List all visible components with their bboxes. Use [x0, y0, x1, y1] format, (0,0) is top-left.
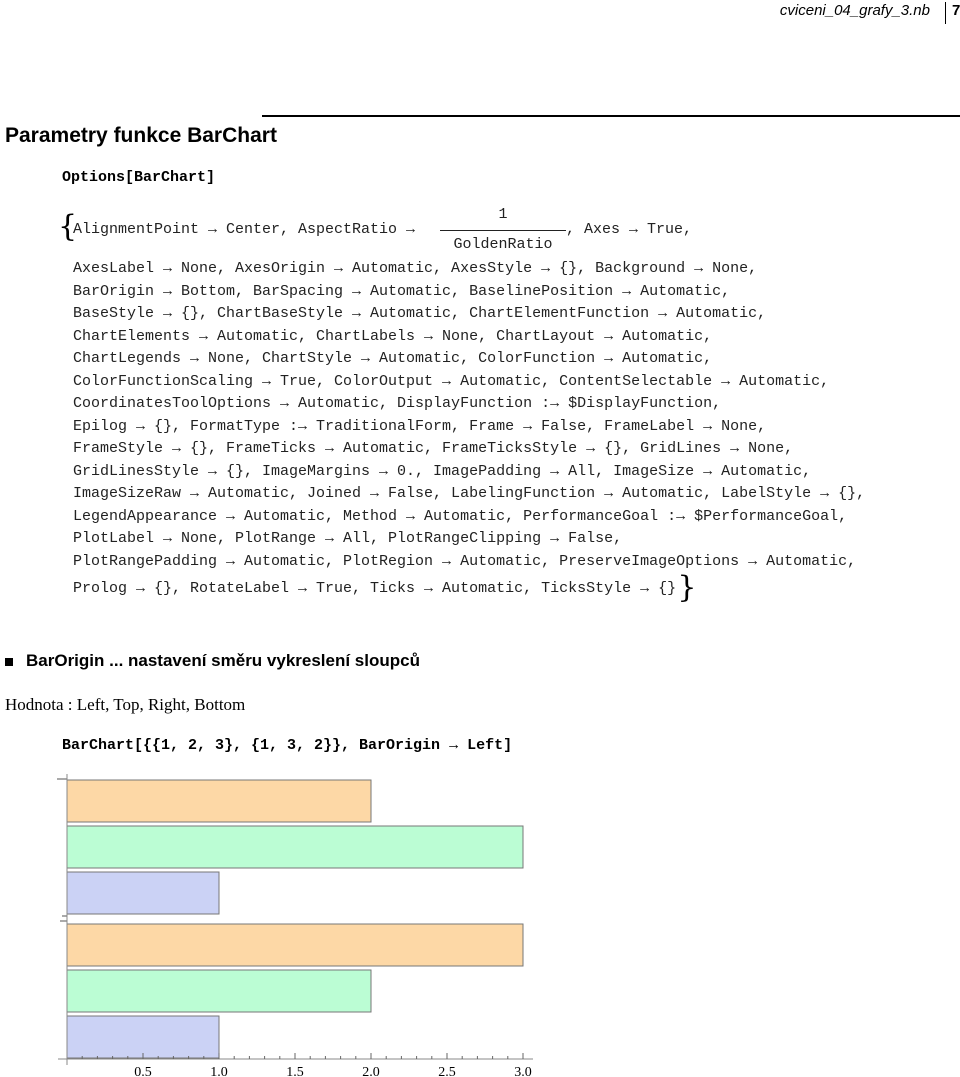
output-line-end: , Axes → True, — [566, 221, 693, 238]
output-line: ChartLegends → None, ChartStyle → Automa… — [73, 350, 713, 367]
fraction-bar — [440, 230, 566, 231]
output-line: AxesLabel → None, AxesOrigin → Automatic… — [73, 260, 758, 277]
bar-g1-3 — [66, 923, 524, 967]
section-divider — [262, 115, 960, 117]
x-tick-label: 3.0 — [514, 1065, 532, 1077]
x-tick-label: 1.0 — [210, 1065, 228, 1077]
bullet-icon — [5, 658, 13, 666]
subsection-title: BarOrigin ... nastavení směru vykreslení… — [26, 651, 420, 670]
output-line: BaseStyle → {}, ChartBaseStyle → Automat… — [73, 305, 767, 322]
output-line: FrameStyle → {}, FrameTicks → Automatic,… — [73, 440, 794, 457]
output-line: ColorFunctionScaling → True, ColorOutput… — [73, 372, 830, 390]
output-line: PlotLabel → None, PlotRange → All, PlotR… — [73, 530, 623, 547]
output-line: AlignmentPoint → Center, AspectRatio → — [73, 221, 416, 238]
output-line: PlotRangePadding → Automatic, PlotRegion… — [73, 552, 857, 570]
output-line: Epilog → {}, FormatType :→ TraditionalFo… — [73, 417, 767, 435]
output-line: ChartElements → Automatic, ChartLabels →… — [73, 327, 713, 345]
bar-g2-3 — [66, 779, 372, 823]
bar-g2-2 — [66, 825, 524, 869]
output-line: CoordinatesToolOptions → Automatic, Disp… — [73, 395, 722, 412]
bar-g2-1 — [66, 871, 220, 915]
x-tick-label: 1.5 — [286, 1065, 304, 1077]
output-line: ImageSizeRaw → Automatic, Joined → False… — [73, 485, 866, 502]
close-brace: } — [677, 570, 697, 605]
output-line: GridLinesStyle → {}, ImageMargins → 0., … — [73, 462, 812, 480]
output-line: BarOrigin → Bottom, BarSpacing → Automat… — [73, 282, 731, 300]
x-tick-label: 0.5 — [134, 1065, 152, 1077]
bar-g1-1 — [66, 1015, 220, 1059]
bar-chart: 0.5 1.0 1.5 2.0 2.5 3.0 — [57, 774, 533, 1077]
fraction-numerator: 1 — [498, 206, 508, 223]
page-number: 7 — [945, 2, 960, 24]
output-line: Prolog → {}, RotateLabel → True, Ticks →… — [73, 580, 677, 597]
input-cell-barchart[interactable]: BarChart[{{1, 2, 3}, {1, 3, 2}}, BarOrig… — [62, 737, 512, 754]
input-cell-options[interactable]: Options[BarChart] — [62, 169, 215, 186]
x-tick-label: 2.0 — [362, 1065, 380, 1077]
bar-g1-2 — [66, 969, 372, 1013]
fraction-denominator: GoldenRatio — [453, 236, 553, 253]
output-line: LegendAppearance → Automatic, Method → A… — [73, 507, 848, 525]
file-name: cviceni_04_grafy_3.nb — [779, 2, 930, 19]
values-text: Hodnota : Left, Top, Right, Bottom — [5, 695, 246, 714]
section-title: Parametry funkce BarChart — [5, 124, 277, 147]
x-tick-label: 2.5 — [438, 1065, 456, 1077]
